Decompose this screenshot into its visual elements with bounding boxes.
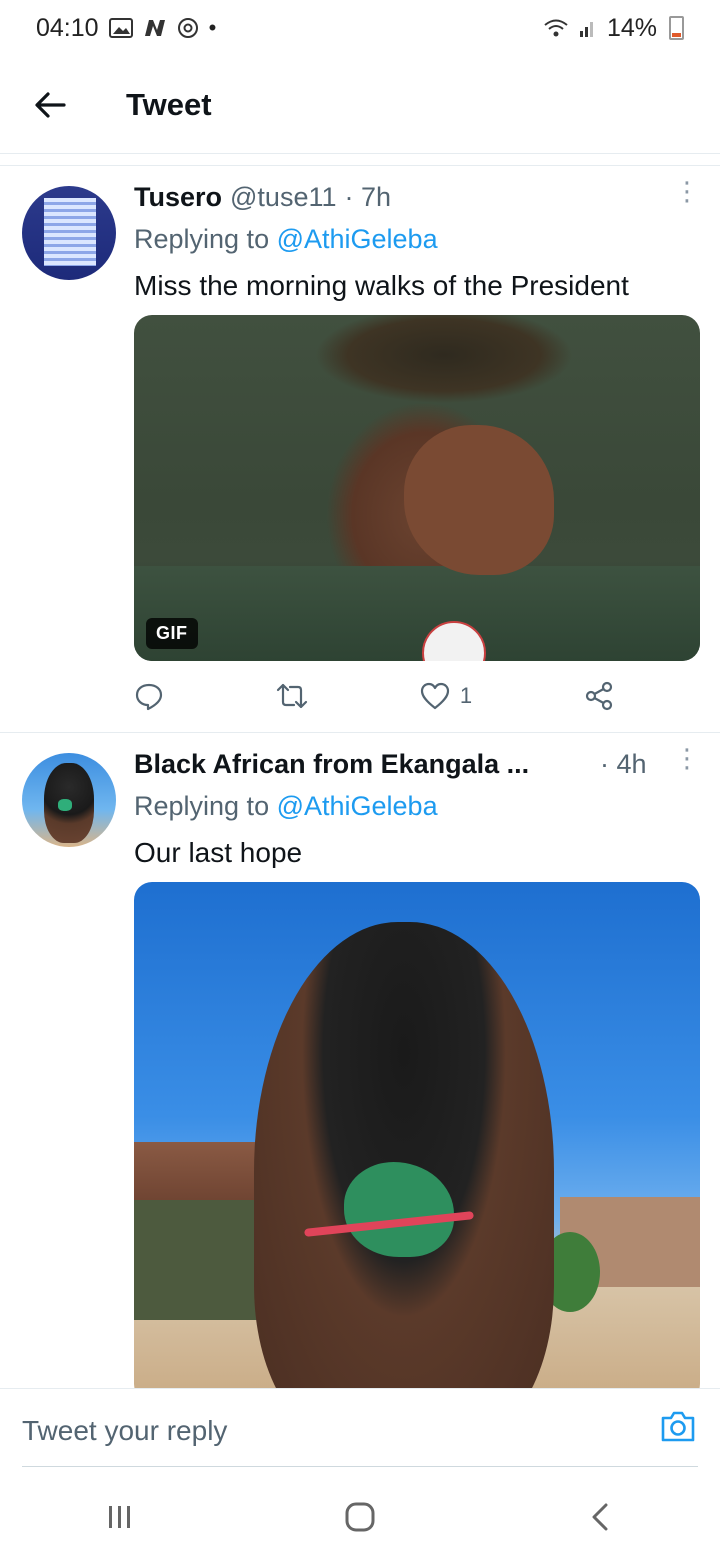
n-app-icon: [144, 20, 165, 36]
avatar-image: [44, 198, 96, 266]
comment-icon: [135, 683, 163, 711]
tweet-actions: 1: [134, 676, 614, 716]
avatar[interactable]: [22, 753, 116, 847]
tweet-text: Miss the morning walks of the President: [134, 270, 629, 301]
avatar[interactable]: [22, 186, 116, 280]
retweet-icon: [276, 683, 308, 709]
wifi-icon: [544, 19, 568, 37]
back-button[interactable]: [0, 56, 100, 154]
status-right: 14%: [543, 14, 684, 43]
dot-icon: •: [208, 15, 217, 40]
tweet-header: Tusero @tuse11 · 7h: [134, 182, 391, 213]
gallery-icon: [108, 18, 133, 38]
home-icon: [345, 1502, 375, 1532]
replying-prefix: Replying to: [134, 791, 277, 821]
recent-apps-button[interactable]: [80, 1487, 160, 1547]
camera-button[interactable]: [660, 1409, 696, 1445]
app-bar: Tweet: [0, 56, 720, 154]
reply-bar: Tweet your reply: [0, 1388, 720, 1468]
gif-badge: GIF: [146, 618, 198, 649]
chevron-left-icon: [592, 1503, 608, 1531]
home-button[interactable]: [320, 1487, 400, 1547]
like-button[interactable]: 1: [420, 676, 472, 716]
user-name[interactable]: Tusero: [134, 182, 222, 213]
mention-link[interactable]: @AthiGeleba: [277, 791, 438, 821]
signal-icon: [579, 22, 593, 37]
reply-input[interactable]: Tweet your reply: [22, 1415, 227, 1447]
retweet-button[interactable]: [276, 676, 308, 716]
tweet-header: Black African from Ekangala ...: [134, 749, 529, 780]
mention-link[interactable]: @AthiGeleba: [277, 224, 438, 254]
tweet-time: · 4h: [600, 749, 647, 779]
camera-icon: [661, 1411, 695, 1442]
recent-apps-icon: [109, 1506, 130, 1528]
tweet-time-wrap: · 4h: [600, 749, 647, 780]
page-title: Tweet: [126, 86, 212, 122]
tweet-photo[interactable]: [134, 882, 700, 1402]
replying-prefix: Replying to: [134, 224, 277, 254]
sync-icon: [177, 18, 198, 38]
photo-part: [134, 1142, 264, 1202]
status-left: 04:10 •: [36, 14, 216, 43]
heart-icon: [420, 682, 449, 710]
status-time: 04:10: [36, 13, 99, 42]
tweet-time: · 7h: [344, 182, 392, 212]
like-count: 1: [459, 683, 473, 708]
reply-button[interactable]: [134, 676, 164, 716]
back-nav-button[interactable]: [560, 1487, 640, 1547]
tweet-2[interactable]: Black African from Ekangala ... · 4h ⋮ R…: [0, 733, 720, 1402]
battery-percent: 14%: [606, 13, 657, 42]
more-options-icon[interactable]: ⋮: [674, 178, 700, 204]
tweet-1[interactable]: Tusero @tuse11 · 7h ⋮ Replying to @AthiG…: [0, 166, 720, 732]
replying-to: Replying to @AthiGeleba: [134, 791, 438, 822]
status-bar: 04:10 • 14%: [0, 0, 720, 56]
share-button[interactable]: [584, 676, 614, 716]
reply-underline: [22, 1466, 698, 1467]
share-icon: [585, 681, 613, 711]
system-nav-bar: [0, 1474, 720, 1560]
more-options-icon[interactable]: ⋮: [674, 745, 700, 771]
gif-image-part: [134, 566, 700, 661]
avatar-image-part: [58, 799, 72, 811]
replying-to: Replying to @AthiGeleba: [134, 224, 438, 255]
user-name[interactable]: Black African from Ekangala ...: [134, 749, 529, 780]
user-handle[interactable]: @tuse11: [230, 182, 336, 213]
arrow-left-icon: [35, 91, 66, 118]
gif-image-part: [404, 425, 554, 575]
battery-icon: [669, 16, 684, 40]
tweet-text: Our last hope: [134, 837, 303, 868]
tweet-gif[interactable]: GIF: [134, 315, 700, 661]
